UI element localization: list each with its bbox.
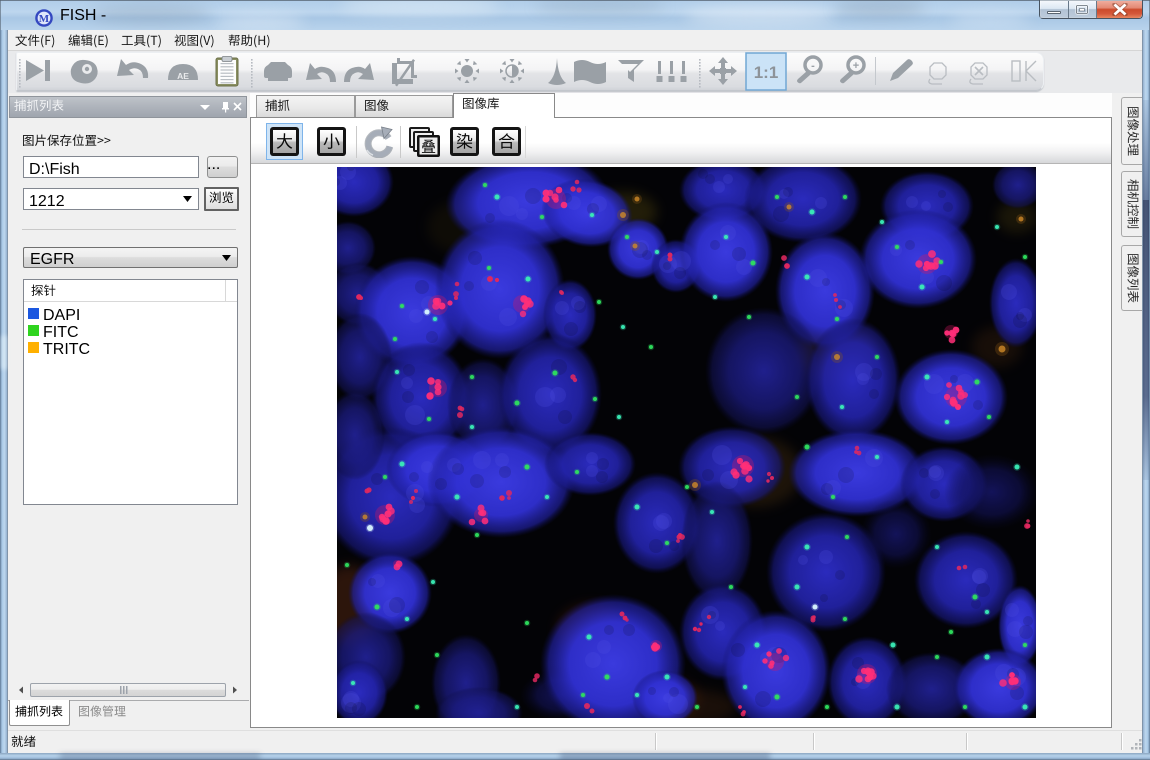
svg-text:AE: AE bbox=[177, 71, 189, 81]
svg-text:-: - bbox=[811, 60, 815, 72]
svg-text:M: M bbox=[39, 13, 50, 25]
svg-text:+: + bbox=[853, 60, 859, 72]
svg-text:1:1: 1:1 bbox=[754, 63, 779, 82]
